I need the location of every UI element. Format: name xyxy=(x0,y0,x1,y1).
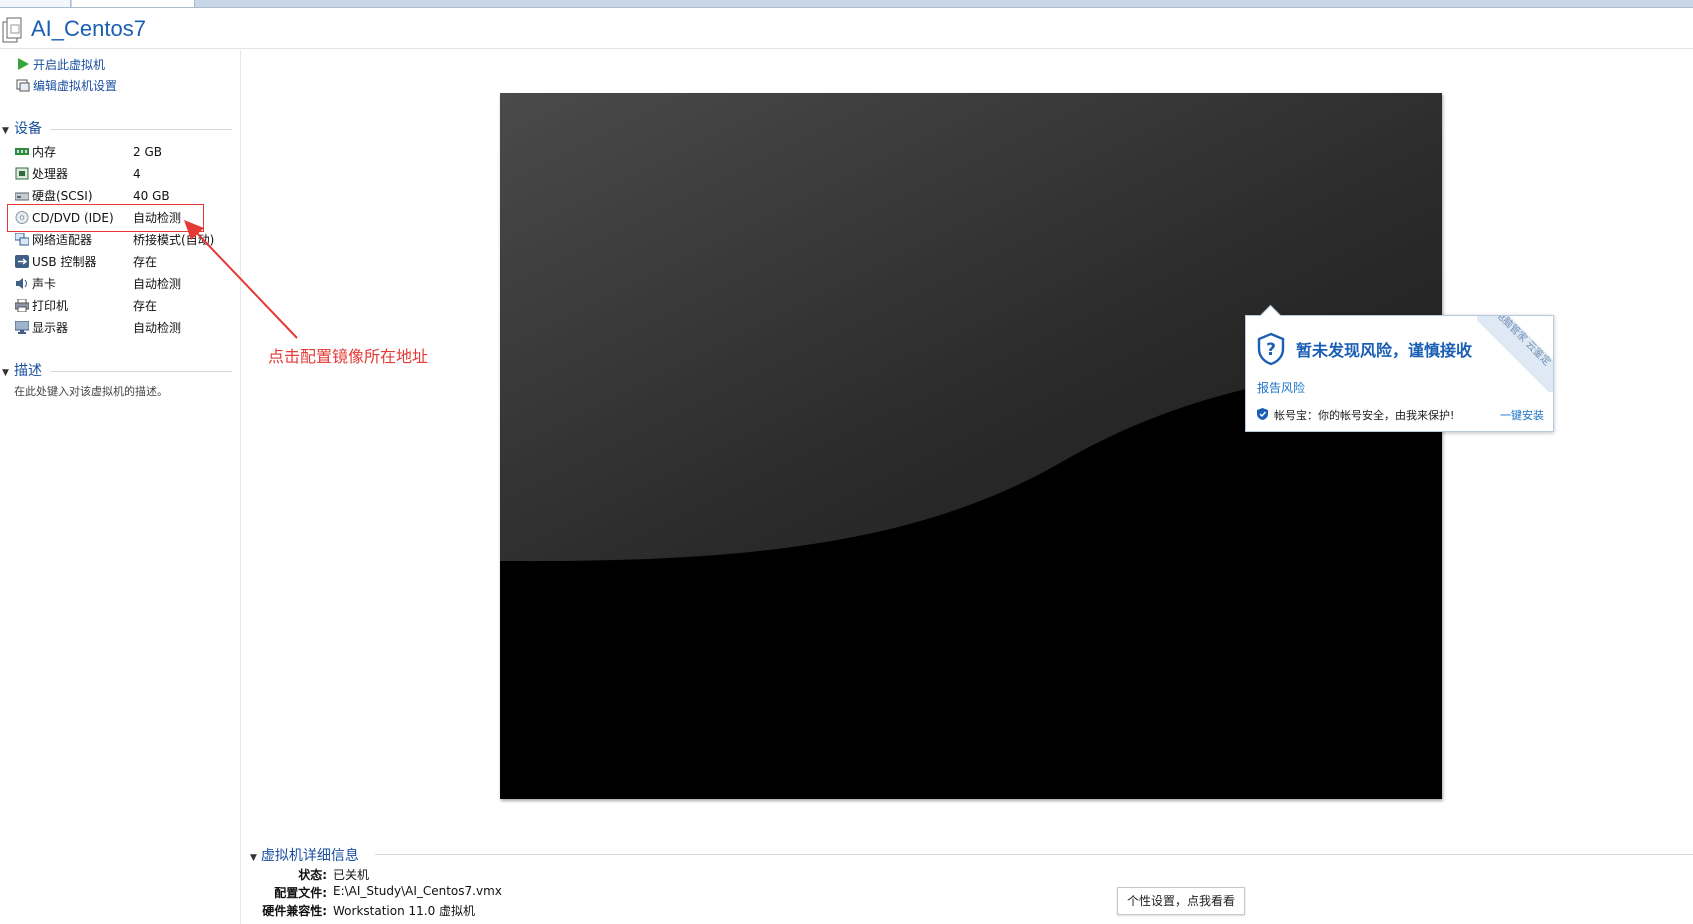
devices-header[interactable]: ▼ 设备 xyxy=(2,120,42,138)
network-icon xyxy=(15,233,29,246)
description-header[interactable]: ▼ 描述 xyxy=(2,362,42,380)
usb-icon xyxy=(15,255,29,268)
description-heading: 描述 xyxy=(14,363,42,379)
personalize-tooltip[interactable]: 个性设置，点我看看 xyxy=(1117,887,1246,915)
annotation-arrow-icon xyxy=(184,220,298,339)
collapse-triangle-icon[interactable]: ▼ xyxy=(2,122,14,140)
svg-text:?: ? xyxy=(1266,340,1276,360)
device-value: 2 GB xyxy=(133,145,162,159)
tab-home[interactable] xyxy=(0,0,71,7)
device-name: 声卡 xyxy=(32,277,57,291)
power-on-label: 开启此虚拟机 xyxy=(33,58,106,72)
detail-value-compat: Workstation 11.0 虚拟机 xyxy=(333,904,476,918)
collapse-triangle-icon[interactable]: ▼ xyxy=(2,364,14,382)
detail-label-state: 状态: xyxy=(298,868,327,882)
popup-footer: 帐号宝：你的帐号安全，由我来保护! 一键安装 xyxy=(1256,406,1546,422)
printer-icon xyxy=(15,299,29,312)
harddisk-icon xyxy=(15,192,29,201)
edit-settings-label: 编辑虚拟机设置 xyxy=(33,79,118,93)
detail-label-compat: 硬件兼容性: xyxy=(262,904,327,918)
security-popup[interactable]: ? 暂未发现风险，谨慎接收 报告风险 帐号宝：你的帐号安全，由我来保护! 一键安… xyxy=(1245,304,1554,432)
device-value: 自动检测 xyxy=(133,321,182,335)
settings-icon xyxy=(16,79,30,92)
devices-rule xyxy=(50,129,232,130)
device-value: 存在 xyxy=(133,299,158,313)
ribbon-text: 电脑管家 云鉴定 xyxy=(1477,316,1553,392)
device-name: 硬盘(SCSI) xyxy=(32,189,93,203)
popup-footer-text: 帐号宝：你的帐号安全，由我来保护! xyxy=(1274,409,1455,422)
sound-icon xyxy=(16,278,27,289)
detail-value-state: 已关机 xyxy=(333,868,370,882)
popup-ribbon: 电脑管家 云鉴定 xyxy=(1477,316,1553,392)
description-rule xyxy=(50,371,232,372)
details-header[interactable]: ▼ 虚拟机详细信息 xyxy=(250,845,359,865)
vm-screen-thumbnail[interactable] xyxy=(500,93,1442,799)
tab-strip xyxy=(0,0,1693,8)
device-row-harddisk[interactable]: 硬盘(SCSI) 40 GB xyxy=(14,186,234,206)
install-link[interactable]: 一键安装 xyxy=(1500,407,1544,423)
device-name: 打印机 xyxy=(32,299,69,313)
device-name: 网络适配器 xyxy=(32,233,93,247)
vm-icon xyxy=(2,17,22,43)
description-input[interactable]: 在此处键入对该虚拟机的描述。 xyxy=(14,383,168,399)
play-icon xyxy=(18,58,29,70)
device-row-memory[interactable]: 内存 2 GB xyxy=(14,142,234,162)
annotation-text: 点击配置镜像所在地址 xyxy=(268,347,429,366)
device-value: 40 GB xyxy=(133,189,170,203)
detail-label-config: 配置文件: xyxy=(274,886,327,900)
popup-title: 暂未发现风险，谨慎接收 xyxy=(1296,341,1473,360)
device-value: 4 xyxy=(133,167,141,181)
device-name: 内存 xyxy=(32,145,57,159)
cpu-icon xyxy=(15,167,29,180)
shield-question-icon: ? xyxy=(1257,332,1285,366)
memory-icon xyxy=(15,148,29,155)
display-icon xyxy=(15,321,29,334)
device-row-cpu[interactable]: 处理器 4 xyxy=(14,164,234,184)
screen-gloss xyxy=(500,93,1442,562)
device-name: 处理器 xyxy=(32,167,69,181)
details-heading: 虚拟机详细信息 xyxy=(260,848,359,864)
small-shield-icon xyxy=(1257,408,1268,420)
edit-settings-button[interactable]: 编辑虚拟机设置 xyxy=(16,77,117,95)
power-on-button[interactable]: 开启此虚拟机 xyxy=(16,56,105,74)
detail-value-config: E:\AI_Study\AI_Centos7.vmx xyxy=(333,884,502,898)
cd-dvd-highlight-box xyxy=(7,204,204,232)
title-divider xyxy=(0,48,1693,49)
device-value: 存在 xyxy=(133,255,158,269)
device-value: 自动检测 xyxy=(133,277,182,291)
device-name: 显示器 xyxy=(32,321,69,335)
title-row: AI_Centos7 xyxy=(0,10,1693,50)
vm-title: AI_Centos7 xyxy=(31,16,146,41)
sidebar-divider xyxy=(240,50,241,924)
collapse-triangle-icon[interactable]: ▼ xyxy=(250,853,257,863)
report-risk-link[interactable]: 报告风险 xyxy=(1257,379,1305,396)
details-rule xyxy=(375,854,1693,855)
device-name: USB 控制器 xyxy=(32,255,97,269)
devices-heading: 设备 xyxy=(14,121,42,137)
tab-vm[interactable] xyxy=(72,0,195,7)
